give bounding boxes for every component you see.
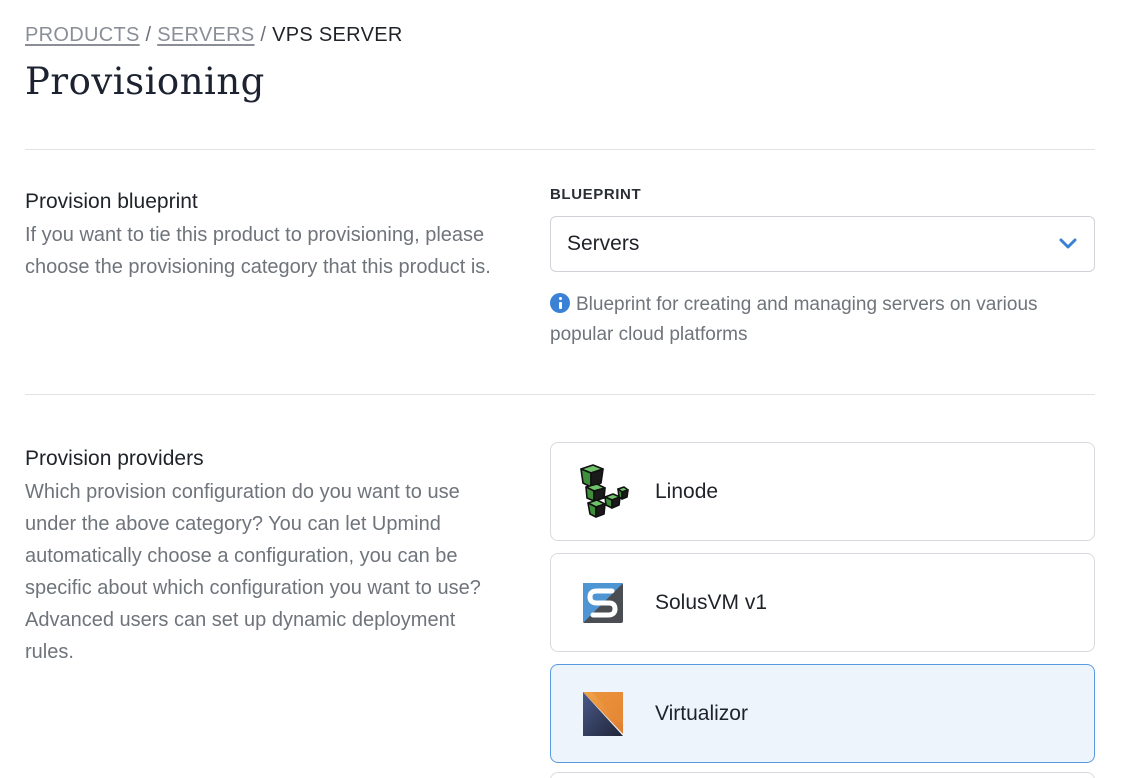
- blueprint-section-description: If you want to tie this product to provi…: [25, 224, 491, 278]
- breadcrumb-link-products[interactable]: PRODUCTS: [25, 24, 140, 46]
- divider: [25, 149, 1095, 150]
- providers-section-title: Provision providers: [25, 447, 204, 470]
- provisioning-page: PRODUCTS / SERVERS / VPS SERVER Provisio…: [0, 0, 1130, 778]
- provider-card-partial[interactable]: [550, 772, 1095, 778]
- provider-card-virtualizor[interactable]: Virtualizor: [550, 664, 1095, 763]
- breadcrumb-separator: /: [145, 24, 152, 46]
- blueprint-select[interactable]: Servers: [550, 216, 1095, 272]
- divider: [25, 394, 1095, 395]
- blueprint-selected-value: Servers: [567, 232, 640, 255]
- breadcrumb-separator: /: [260, 24, 267, 46]
- virtualizor-logo-icon: [577, 686, 629, 742]
- breadcrumb-current: VPS SERVER: [272, 24, 403, 46]
- providers-section-description: Which provision configuration do you wan…: [25, 481, 481, 663]
- info-icon: [550, 293, 570, 313]
- provider-name: SolusVM v1: [655, 590, 768, 614]
- solusvm-logo-icon: [577, 575, 629, 631]
- chevron-down-icon: [1059, 238, 1077, 249]
- breadcrumb-link-servers[interactable]: SERVERS: [157, 24, 254, 46]
- blueprint-hint-text: Blueprint for creating and managing serv…: [550, 294, 1038, 345]
- linode-logo-icon: [577, 463, 629, 520]
- blueprint-hint: Blueprint for creating and managing serv…: [550, 290, 1095, 350]
- provider-card-solusvm[interactable]: SolusVM v1: [550, 553, 1095, 652]
- page-title: Provisioning: [25, 60, 265, 103]
- provider-name: Virtualizor: [655, 701, 748, 725]
- blueprint-section-title: Provision blueprint: [25, 190, 198, 213]
- blueprint-field-label: BLUEPRINT: [550, 186, 642, 203]
- provider-name: Linode: [655, 479, 719, 503]
- breadcrumb: PRODUCTS / SERVERS / VPS SERVER: [25, 22, 403, 48]
- provider-card-linode[interactable]: Linode: [550, 442, 1095, 541]
